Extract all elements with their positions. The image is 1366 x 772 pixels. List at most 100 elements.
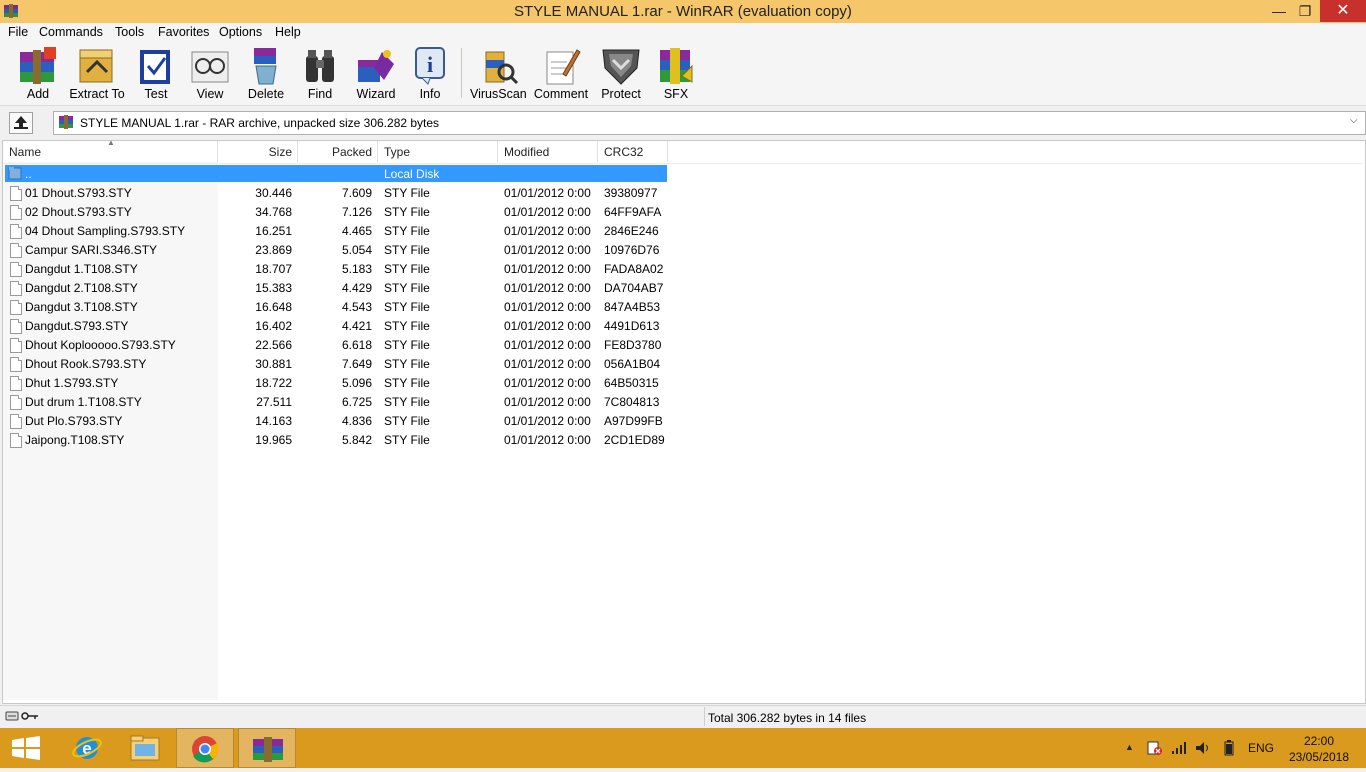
parent-folder-type: Local Disk <box>384 167 440 181</box>
maximize-button[interactable]: ❐ <box>1292 0 1318 22</box>
show-hidden-icons-icon[interactable]: ▲ <box>1125 742 1134 752</box>
delete-icon <box>254 48 277 85</box>
volume-icon[interactable] <box>1194 740 1212 756</box>
folder-up-icon <box>8 167 22 180</box>
extract-icon <box>79 49 113 83</box>
column-header-name[interactable]: Name <box>9 145 41 159</box>
file-row[interactable]: 02 Dhout.S793.STY 34.768 7.126 STY File … <box>0 205 680 224</box>
find-button[interactable]: Find <box>297 46 343 101</box>
comment-button[interactable]: Comment <box>532 46 590 101</box>
protect-button[interactable]: Protect <box>598 46 644 101</box>
file-row[interactable]: Dut Plo.S793.STY 14.163 4.836 STY File 0… <box>0 414 680 433</box>
file-crc32: 056A1B04 <box>604 357 661 371</box>
internet-explorer-taskbar[interactable]: e <box>58 728 116 768</box>
chrome-icon <box>192 736 219 763</box>
file-row[interactable]: 04 Dhout Sampling.S793.STY 16.251 4.465 … <box>0 224 680 243</box>
start-button[interactable] <box>0 728 58 768</box>
add-button[interactable]: Add <box>13 46 63 101</box>
file-size: 19.965 <box>255 433 292 447</box>
file-type: STY File <box>384 414 430 428</box>
minimize-button[interactable]: — <box>1266 0 1292 22</box>
file-explorer-taskbar[interactable] <box>116 728 174 768</box>
winrar-taskbar[interactable] <box>238 728 296 768</box>
virusscan-label: VirusScan <box>470 87 527 101</box>
test-label: Test <box>144 87 168 101</box>
up-one-level-button[interactable] <box>9 112 33 134</box>
chrome-taskbar[interactable] <box>176 728 234 768</box>
file-name: Dangdut 2.T108.STY <box>25 281 138 295</box>
menu-options[interactable]: Options <box>219 25 262 39</box>
column-divider[interactable] <box>597 141 598 162</box>
file-row[interactable]: Dhout Rook.S793.STY 30.881 7.649 STY Fil… <box>0 357 680 376</box>
file-row[interactable]: Dangdut 3.T108.STY 16.648 4.543 STY File… <box>0 300 680 319</box>
file-row[interactable]: Dangdut 1.T108.STY 18.707 5.183 STY File… <box>0 262 680 281</box>
file-row[interactable]: Dhout Kopl​ooooo.S793.STY 22.566 6.618 S… <box>0 338 680 357</box>
column-divider[interactable] <box>377 141 378 162</box>
file-row[interactable]: Dut drum 1.T108.STY 27.511 6.725 STY Fil… <box>0 395 680 414</box>
file-size: 30.446 <box>255 186 292 200</box>
column-header-size[interactable]: Size <box>220 145 292 159</box>
file-crc32: DA704AB7 <box>604 281 664 295</box>
parent-folder-row[interactable] <box>5 165 667 182</box>
file-type: STY File <box>384 243 430 257</box>
file-name: Jaipong.T108.STY <box>25 433 125 447</box>
column-header-crc32[interactable]: CRC32 <box>604 145 643 159</box>
file-row[interactable]: Dhut 1.S793.STY 18.722 5.096 STY File 01… <box>0 376 680 395</box>
sfx-button[interactable]: SFX <box>654 46 698 101</box>
menu-favorites[interactable]: Favorites <box>158 25 209 39</box>
menu-tools[interactable]: Tools <box>115 25 144 39</box>
virusscan-button[interactable]: VirusScan <box>470 46 527 101</box>
file-type: STY File <box>384 300 430 314</box>
status-total: Total 306.282 bytes in 14 files <box>708 711 867 725</box>
wizard-button[interactable]: Wizard <box>352 46 400 101</box>
column-header-packed[interactable]: Packed <box>298 145 372 159</box>
delete-button[interactable]: Delete <box>243 46 289 101</box>
file-icon <box>10 433 22 448</box>
column-header-modified[interactable]: Modified <box>504 145 549 159</box>
file-icon <box>10 205 22 220</box>
action-center-icon[interactable] <box>1146 740 1164 756</box>
file-crc32: 7C804813 <box>604 395 660 409</box>
file-packed: 5.096 <box>341 376 372 390</box>
file-packed: 7.126 <box>341 205 372 219</box>
drive-and-key-icon[interactable] <box>5 710 41 722</box>
info-button[interactable]: i Info <box>408 46 452 101</box>
file-row[interactable]: Dangdut.S793.STY 16.402 4.421 STY File 0… <box>0 319 680 338</box>
file-row[interactable]: Jaipong.T108.STY 19.965 5.842 STY File 0… <box>0 433 680 452</box>
file-icon <box>10 376 22 391</box>
chevron-down-icon[interactable]: ⌵ <box>1350 115 1358 126</box>
file-row[interactable]: 01 Dhout.S793.STY 30.446 7.609 STY File … <box>0 186 680 205</box>
file-type: STY File <box>384 395 430 409</box>
column-divider[interactable] <box>497 141 498 162</box>
wizard-icon <box>358 50 394 82</box>
menu-commands[interactable]: Commands <box>39 25 103 39</box>
file-row[interactable]: Dangdut 2.T108.STY 15.383 4.429 STY File… <box>0 281 680 300</box>
battery-icon[interactable] <box>1222 740 1236 756</box>
file-type: STY File <box>384 262 430 276</box>
file-name: 04 Dhout Sampling.S793.STY <box>25 224 186 238</box>
file-packed: 4.429 <box>341 281 372 295</box>
column-header-type[interactable]: Type <box>384 145 410 159</box>
view-button[interactable]: View <box>186 46 234 101</box>
file-row[interactable]: Campur SARI.S346.STY 23.869 5.054 STY Fi… <box>0 243 680 262</box>
file-packed: 4.421 <box>341 319 372 333</box>
file-modified: 01/01/2012 0:00 <box>504 414 591 428</box>
file-modified: 01/01/2012 0:00 <box>504 281 591 295</box>
file-icon <box>10 357 22 372</box>
file-packed: 4.465 <box>341 224 372 238</box>
file-packed: 5.054 <box>341 243 372 257</box>
menu-file[interactable]: File <box>8 25 28 39</box>
file-type: STY File <box>384 433 430 447</box>
file-packed: 5.183 <box>341 262 372 276</box>
network-icon[interactable] <box>1170 740 1188 756</box>
language-indicator[interactable]: ENG <box>1248 741 1274 755</box>
column-divider[interactable] <box>217 141 218 162</box>
clock[interactable]: 22:00 23/05/2018 <box>1280 733 1358 765</box>
close-button[interactable]: ✕ <box>1320 0 1366 22</box>
test-button[interactable]: Test <box>133 46 179 101</box>
sort-ascending-icon: ▲ <box>107 138 115 147</box>
menu-help[interactable]: Help <box>275 25 301 39</box>
extract-to-button[interactable]: Extract To <box>68 46 126 101</box>
column-divider[interactable] <box>667 141 668 162</box>
file-name: Campur SARI.S346.STY <box>25 243 158 257</box>
